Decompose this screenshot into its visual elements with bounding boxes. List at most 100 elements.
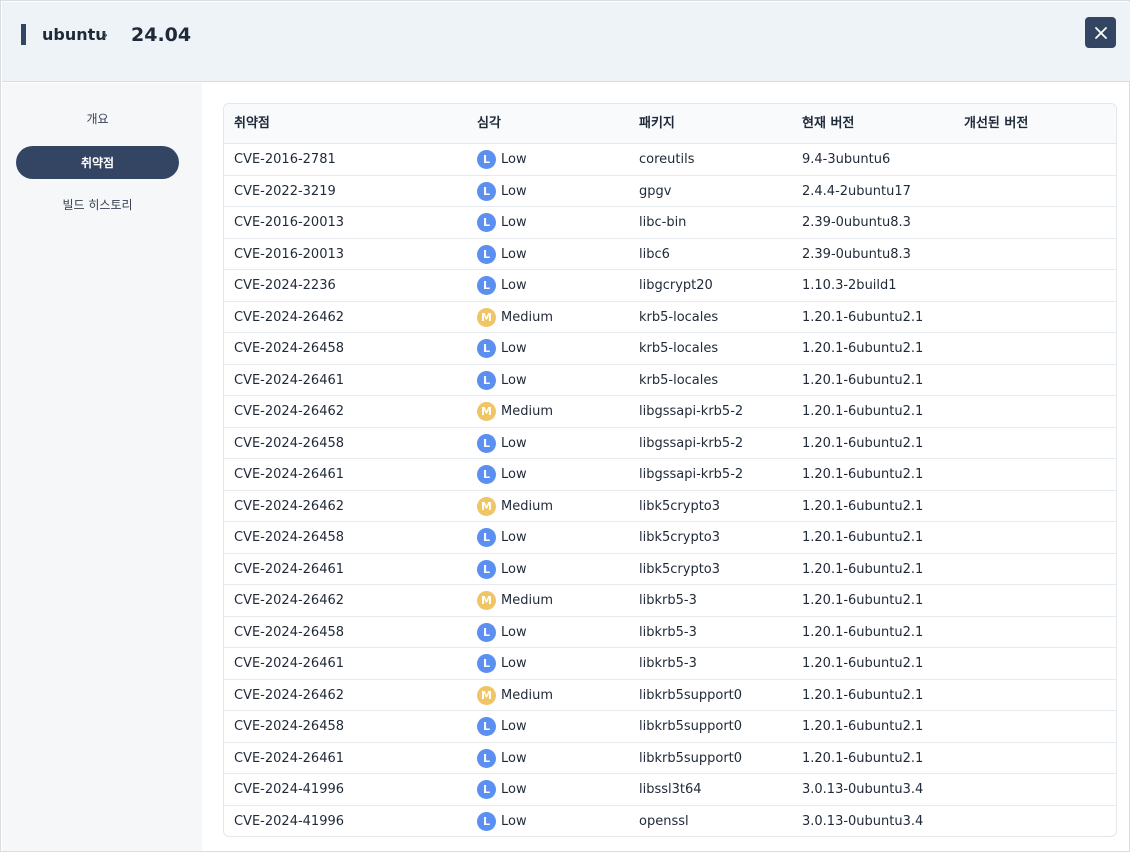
- column-header-package[interactable]: 패키지: [639, 104, 675, 144]
- cve-id[interactable]: CVE-2022-3219: [234, 176, 336, 207]
- cve-id[interactable]: CVE-2016-20013: [234, 207, 344, 238]
- close-button[interactable]: [1085, 17, 1116, 48]
- column-header-current-version[interactable]: 현재 버전: [802, 104, 854, 144]
- severity-label: Low: [501, 750, 527, 766]
- cve-id[interactable]: CVE-2016-2781: [234, 144, 336, 175]
- severity-cell: M Medium: [477, 491, 553, 522]
- table-row[interactable]: CVE-2024-26458 L Low libkrb5-3 1.20.1-6ubunt…: [224, 617, 1116, 648]
- table-row[interactable]: CVE-2024-26458 L Low libgssapi-krb5-2 1.20.1…: [224, 428, 1116, 459]
- cve-id[interactable]: CVE-2024-26461: [234, 459, 344, 490]
- cve-id[interactable]: CVE-2024-26461: [234, 743, 344, 774]
- package-name: libkrb5-3: [639, 593, 697, 608]
- severity-cell: L Low: [477, 774, 527, 805]
- table-row[interactable]: CVE-2024-26462 M Medium libk5crypto3 1.20.1-…: [224, 491, 1116, 522]
- severity-badge-icon: L: [477, 780, 496, 799]
- severity-badge-icon: M: [477, 591, 496, 610]
- current-version: 1.20.1-6ubuntu2.1: [802, 719, 924, 734]
- package-name: gpgv: [639, 183, 672, 199]
- package-name: libkrb5support0: [639, 719, 743, 734]
- cve-id[interactable]: CVE-2024-26462: [234, 585, 344, 616]
- package-name: libk5crypto3: [639, 530, 721, 545]
- cve-id[interactable]: CVE-2024-26458: [234, 711, 344, 742]
- severity-badge-icon: L: [477, 213, 496, 232]
- package-name: libk5crypto3: [639, 498, 721, 514]
- table-row[interactable]: CVE-2024-26458 L Low krb5-locales 1.20.1-6ub…: [224, 333, 1116, 365]
- cve-id[interactable]: CVE-2024-26462: [234, 302, 344, 333]
- cve-id[interactable]: CVE-2016-20013: [234, 239, 344, 270]
- modal-header: ubuntu › 24.04: [2, 2, 1130, 82]
- cve-id[interactable]: CVE-2024-41996: [234, 806, 344, 837]
- severity-label: Low: [501, 183, 527, 199]
- table-row[interactable]: CVE-2024-26458 L Low libkrb5support0 1.20.1-…: [224, 711, 1116, 743]
- cve-id[interactable]: CVE-2024-2236: [234, 270, 336, 301]
- severity-label: Medium: [501, 593, 553, 608]
- cve-id[interactable]: CVE-2024-26458: [234, 617, 344, 648]
- current-version: 1.20.1-6ubuntu2.1: [802, 467, 924, 482]
- severity-cell: L Low: [477, 743, 527, 774]
- current-version: 1.20.1-6ubuntu2.1: [802, 372, 924, 388]
- current-version: 1.20.1-6ubuntu2.1: [802, 309, 924, 325]
- column-header-fixed-version[interactable]: 개선된 버전: [964, 104, 1028, 144]
- current-version: 1.20.1-6ubuntu2.1: [802, 750, 924, 766]
- current-version: 1.20.1-6ubuntu2.1: [802, 624, 924, 640]
- cve-id[interactable]: CVE-2024-26461: [234, 365, 344, 396]
- cve-id[interactable]: CVE-2024-26461: [234, 554, 344, 585]
- title-accent-bar: [21, 24, 26, 45]
- breadcrumb-image-name[interactable]: ubuntu: [42, 24, 107, 45]
- severity-label: Low: [501, 719, 527, 734]
- severity-cell: M Medium: [477, 302, 553, 333]
- table-row[interactable]: CVE-2024-26461 L Low krb5-locales 1.20.1-6ub…: [224, 365, 1116, 396]
- cve-id[interactable]: CVE-2024-26461: [234, 648, 344, 679]
- cve-id[interactable]: CVE-2024-26458: [234, 428, 344, 459]
- table-row[interactable]: CVE-2024-2236 L Low libgcrypt20 1.10.3-2buil…: [224, 270, 1116, 302]
- cve-id[interactable]: CVE-2024-41996: [234, 774, 344, 805]
- current-version: 1.20.1-6ubuntu2.1: [802, 561, 924, 577]
- column-header-cve[interactable]: 취약점: [234, 104, 270, 144]
- severity-label: Low: [501, 152, 527, 167]
- table-row[interactable]: CVE-2022-3219 L Low gpgv 2.4.4-2ubuntu17: [224, 176, 1116, 207]
- table-row[interactable]: CVE-2024-26462 M Medium libkrb5support0 1.20…: [224, 680, 1116, 711]
- table-row[interactable]: CVE-2024-26462 M Medium libgssapi-krb5-2 1.2…: [224, 396, 1116, 428]
- package-name: libgssapi-krb5-2: [639, 404, 744, 419]
- table-row[interactable]: CVE-2024-41996 L Low libssl3t64 3.0.13-0ubun…: [224, 774, 1116, 806]
- package-name: libk5crypto3: [639, 561, 721, 577]
- severity-cell: M Medium: [477, 585, 553, 616]
- table-row[interactable]: CVE-2024-26461 L Low libgssapi-krb5-2 1.20.1…: [224, 459, 1116, 491]
- cve-id[interactable]: CVE-2024-26458: [234, 522, 344, 553]
- severity-cell: L Low: [477, 459, 527, 490]
- current-version: 1.20.1-6ubuntu2.1: [802, 341, 924, 356]
- cve-id[interactable]: CVE-2024-26462: [234, 680, 344, 711]
- severity-cell: L Low: [477, 365, 527, 396]
- table-row[interactable]: CVE-2024-26458 L Low libk5crypto3 1.20.1-6ub…: [224, 522, 1116, 554]
- table-row[interactable]: CVE-2016-20013 L Low libc-bin 2.39-0ubuntu8.…: [224, 207, 1116, 239]
- table-row[interactable]: CVE-2024-26461 L Low libkrb5-3 1.20.1-6ubunt…: [224, 648, 1116, 680]
- severity-badge-icon: L: [477, 244, 496, 264]
- table-row[interactable]: CVE-2024-41996 L Low openssl 3.0.13-0ubuntu3…: [224, 806, 1116, 837]
- sidebar: 개요 취약점 빌드 히스토리: [2, 83, 202, 851]
- severity-badge-icon: L: [477, 276, 496, 295]
- table-row[interactable]: CVE-2024-26462 M Medium krb5-locales 1.20.1-…: [224, 302, 1116, 333]
- table-row[interactable]: CVE-2016-20013 L Low libc6 2.39-0ubuntu8.3: [224, 239, 1116, 270]
- severity-badge-icon: L: [477, 528, 496, 547]
- severity-label: Low: [501, 561, 527, 577]
- sidebar-item-vulnerabilities[interactable]: 취약점: [16, 146, 179, 179]
- table-row[interactable]: CVE-2024-26461 L Low libkrb5support0 1.20.1-…: [224, 743, 1116, 774]
- page-title: 24.04: [131, 24, 192, 46]
- package-name: libssl3t64: [639, 782, 702, 797]
- table-header: 취약점 심각 패키지 현재 버전 개선된 버전: [224, 104, 1116, 144]
- severity-badge-icon: L: [477, 748, 496, 768]
- package-name: coreutils: [639, 152, 695, 167]
- severity-badge-icon: L: [477, 559, 496, 579]
- cve-id[interactable]: CVE-2024-26462: [234, 491, 344, 522]
- severity-cell: L Low: [477, 239, 527, 270]
- cve-id[interactable]: CVE-2024-26462: [234, 396, 344, 427]
- column-header-severity[interactable]: 심각: [477, 104, 501, 144]
- severity-label: Low: [501, 782, 527, 797]
- sidebar-item-overview[interactable]: 개요: [16, 102, 179, 135]
- package-name: krb5-locales: [639, 309, 719, 325]
- cve-id[interactable]: CVE-2024-26458: [234, 333, 344, 364]
- table-row[interactable]: CVE-2024-26462 M Medium libkrb5-3 1.20.1-6ub…: [224, 585, 1116, 617]
- table-row[interactable]: CVE-2024-26461 L Low libk5crypto3 1.20.1-6ub…: [224, 554, 1116, 585]
- table-row[interactable]: CVE-2016-2781 L Low coreutils 9.4-3ubuntu6: [224, 144, 1116, 176]
- sidebar-item-build-history[interactable]: 빌드 히스토리: [16, 188, 179, 221]
